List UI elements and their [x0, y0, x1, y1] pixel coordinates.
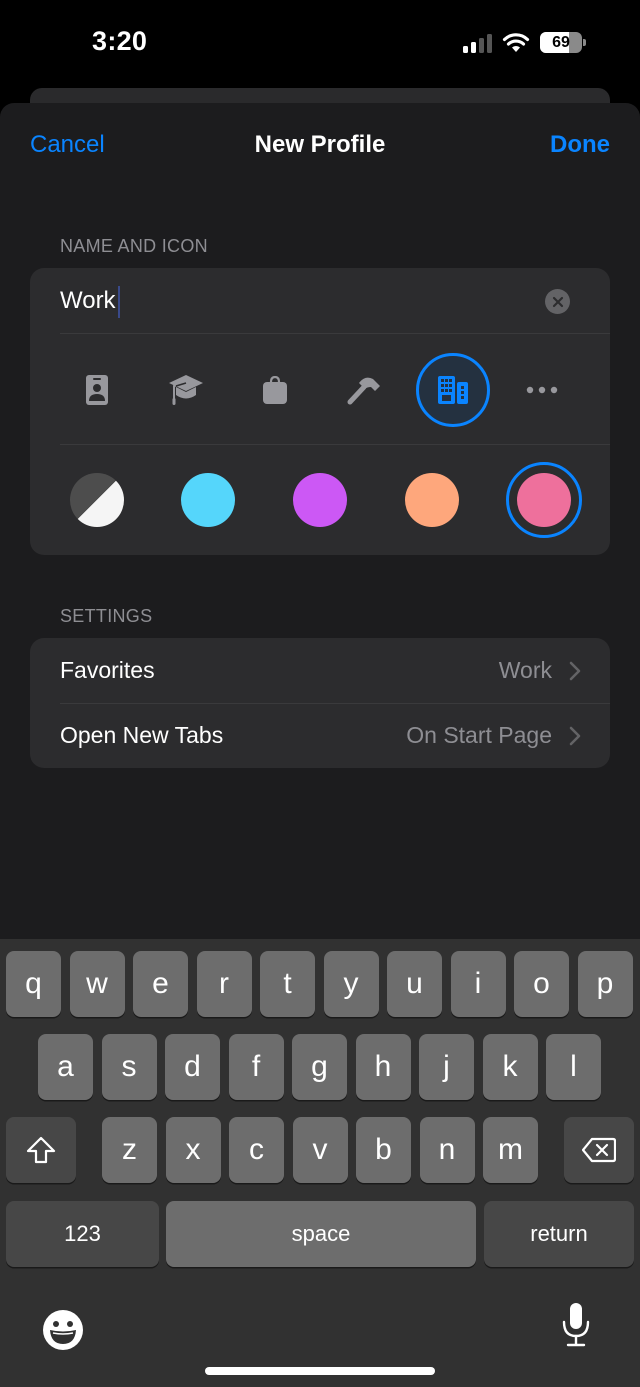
key-u[interactable]: u	[387, 951, 442, 1017]
cellular-signal-icon	[463, 33, 492, 53]
section-header-settings: SETTINGS	[60, 606, 153, 626]
setting-row-open-new-tabs[interactable]: Open New Tabs On Start Page	[30, 703, 610, 768]
key-m[interactable]: m	[483, 1117, 538, 1183]
building-icon	[438, 376, 468, 404]
setting-label: Favorites	[60, 657, 155, 683]
space-key[interactable]: space	[166, 1201, 476, 1267]
clear-x-icon	[552, 296, 563, 307]
bag-icon	[263, 376, 287, 404]
page-title: New Profile	[254, 131, 386, 158]
delete-key[interactable]	[564, 1117, 634, 1183]
status-icons: 69	[463, 32, 586, 53]
key-q[interactable]: q	[6, 951, 61, 1017]
keyboard: 123 space return qwertyuiop asdfghjkl zxcv…	[0, 939, 640, 1387]
key-y[interactable]: y	[323, 951, 379, 1017]
color-option-default[interactable]	[70, 473, 124, 527]
chevron-right-icon	[569, 726, 581, 746]
key-j[interactable]: j	[419, 1034, 474, 1100]
microphone-icon[interactable]	[561, 1302, 591, 1348]
icon-option-more[interactable]	[505, 353, 579, 427]
key-i[interactable]: i	[450, 951, 506, 1017]
clear-text-button[interactable]	[545, 289, 570, 314]
shift-icon	[26, 1136, 56, 1164]
setting-label: Open New Tabs	[60, 722, 224, 748]
color-option-purple[interactable]	[293, 473, 347, 527]
more-icon	[526, 386, 558, 394]
color-option-cyan[interactable]	[181, 473, 235, 527]
key-r[interactable]: r	[196, 951, 252, 1017]
icon-picker	[30, 334, 610, 445]
battery-tip	[583, 39, 586, 46]
icon-option-building[interactable]	[416, 353, 490, 427]
wifi-icon	[502, 32, 530, 52]
delete-backspace-icon	[582, 1137, 616, 1163]
status-bar: 3:20 69	[0, 0, 640, 88]
key-f[interactable]: f	[228, 1034, 284, 1100]
name-and-icon-card	[30, 268, 610, 555]
key-z[interactable]: z	[102, 1117, 157, 1183]
key-b[interactable]: b	[356, 1117, 411, 1183]
setting-value: On Start Page	[406, 722, 552, 748]
key-w[interactable]: w	[69, 951, 125, 1017]
graduation-cap-icon	[169, 375, 203, 405]
key-e[interactable]: e	[133, 951, 188, 1017]
setting-value: Work	[498, 657, 552, 683]
chevron-right-icon	[569, 661, 581, 681]
settings-card: Favorites Work Open New Tabs On Start Pa…	[30, 638, 610, 768]
nav-bar: Cancel New Profile Done	[0, 103, 640, 187]
icon-option-bag[interactable]	[238, 353, 312, 427]
numbers-key[interactable]: 123	[6, 1201, 159, 1267]
person-badge-icon	[86, 375, 108, 405]
key-o[interactable]: o	[514, 951, 569, 1017]
key-t[interactable]: t	[260, 951, 315, 1017]
return-key[interactable]: return	[484, 1201, 634, 1267]
key-x[interactable]: x	[165, 1117, 221, 1183]
name-row	[30, 268, 610, 333]
icon-option-graduation-cap[interactable]	[149, 353, 223, 427]
profile-name-input[interactable]	[60, 284, 530, 318]
color-option-orange[interactable]	[405, 473, 459, 527]
key-a[interactable]: a	[38, 1034, 93, 1100]
key-s[interactable]: s	[101, 1034, 157, 1100]
key-p[interactable]: p	[577, 951, 633, 1017]
shift-key[interactable]	[6, 1117, 76, 1183]
key-n[interactable]: n	[419, 1117, 475, 1183]
status-time: 3:20	[92, 26, 148, 56]
divider	[60, 444, 610, 445]
color-picker	[30, 446, 610, 554]
emoji-icon[interactable]	[42, 1309, 84, 1351]
key-v[interactable]: v	[292, 1117, 348, 1183]
color-option-pink[interactable]	[517, 473, 571, 527]
key-d[interactable]: d	[165, 1034, 220, 1100]
setting-row-favorites[interactable]: Favorites Work	[30, 638, 610, 703]
key-l[interactable]: l	[546, 1034, 601, 1100]
home-indicator[interactable]	[205, 1367, 435, 1375]
icon-option-person-badge[interactable]	[60, 353, 134, 427]
section-header-name-and-icon: NAME AND ICON	[60, 236, 208, 256]
key-g[interactable]: g	[292, 1034, 347, 1100]
text-caret	[118, 286, 120, 318]
hammer-icon	[347, 377, 380, 405]
battery-icon: 69	[540, 32, 582, 53]
icon-option-hammer[interactable]	[327, 353, 401, 427]
key-h[interactable]: h	[355, 1034, 411, 1100]
done-button[interactable]: Done	[550, 131, 610, 159]
battery-percent: 69	[552, 33, 570, 51]
key-c[interactable]: c	[229, 1117, 284, 1183]
key-k[interactable]: k	[482, 1034, 538, 1100]
